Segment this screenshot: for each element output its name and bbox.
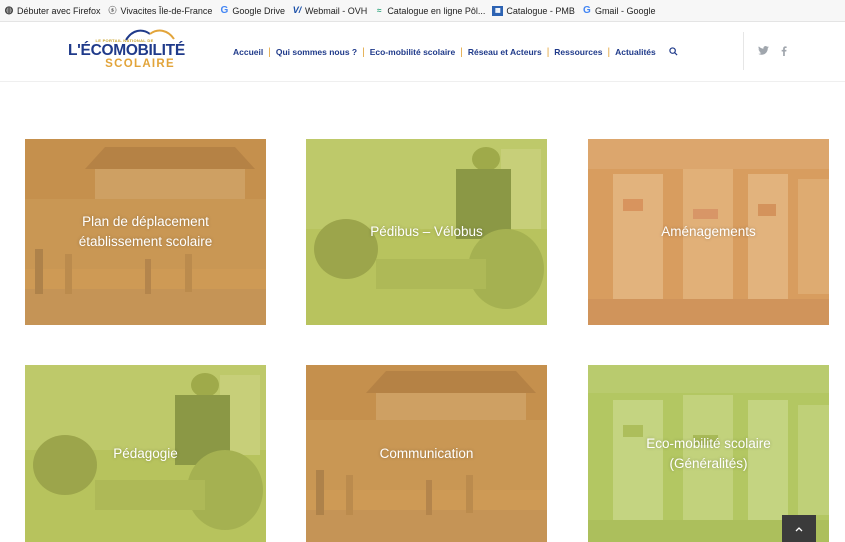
pol-icon: ≈ [377,5,382,15]
logo-subtitle: SCOLAIRE [105,58,175,70]
nav-eco-mobilite-scolaire[interactable]: Eco-mobilité scolaire [365,47,461,57]
bookmark-vivacites[interactable]: ⓢ Vivacites Île-de-France [108,6,213,16]
tile-amenagements[interactable]: Aménagements [588,139,829,325]
header-divider [743,32,744,70]
tile-label: Plan de déplacement établissement scolai… [78,214,213,249]
nav-ressources[interactable]: Ressources [549,47,607,57]
main-nav: Accueil | Qui sommes nous ? | Eco-mobili… [228,44,678,60]
nav-accueil[interactable]: Accueil [228,47,268,57]
site-logo[interactable]: LE PORTAIL NATIONAL DE L'ÉCOMOBILITÉ SCO… [68,28,188,76]
nav-qui-sommes-nous[interactable]: Qui sommes nous ? [271,47,362,57]
site-header: LE PORTAIL NATIONAL DE L'ÉCOMOBILITÉ SCO… [0,22,845,82]
pmb-icon: ▦ [492,5,504,16]
bookmark-gmail[interactable]: G Gmail - Google [582,4,655,16]
nav-reseau-et-acteurs[interactable]: Réseau et Acteurs [463,47,547,57]
tile-plan-de-deplacement[interactable]: Plan de déplacement établissement scolai… [25,139,266,325]
tile-communication[interactable]: Communication [306,365,547,542]
google-icon: G [583,4,591,16]
bookmark-webmail-ovh[interactable]: V/ Webmail - OVH [292,5,368,16]
scroll-to-top-button[interactable] [782,515,816,542]
google-icon: G [220,4,229,16]
nav-actualites[interactable]: Actualités [610,47,661,57]
twitter-icon[interactable] [758,46,769,56]
tile-label: Eco-mobilité scolaire (Généralités) [646,435,771,471]
bookmark-catalogue-pmb[interactable]: ▦ Catalogue - PMB [492,5,575,16]
rss-icon: ⓢ [108,5,117,15]
bookmark-google-drive[interactable]: G Google Drive [219,4,285,16]
tile-label: Pédibus – Vélobus [370,224,483,239]
tile-label: Aménagements [661,224,756,239]
bookmarks-toolbar: ◍ Débuter avec Firefox ⓢ Vivacites Île-d… [0,0,845,22]
facebook-icon[interactable] [781,46,787,56]
tile-label: Pédagogie [113,445,178,461]
firefox-icon: ◍ [4,4,14,16]
tile-label: Communication [379,445,474,461]
ovh-icon: V/ [292,5,302,15]
search-icon[interactable] [669,46,678,58]
bookmark-firefox[interactable]: ◍ Débuter avec Firefox [4,4,101,16]
tile-pedagogie[interactable]: Pédagogie [25,365,266,542]
tile-pedibus-velobus[interactable]: Pédibus – Vélobus [306,139,547,325]
bookmark-catalogue-pol[interactable]: ≈ Catalogue en ligne Pôl... [374,6,485,16]
chevron-up-icon [795,526,803,531]
social-links [758,46,787,56]
